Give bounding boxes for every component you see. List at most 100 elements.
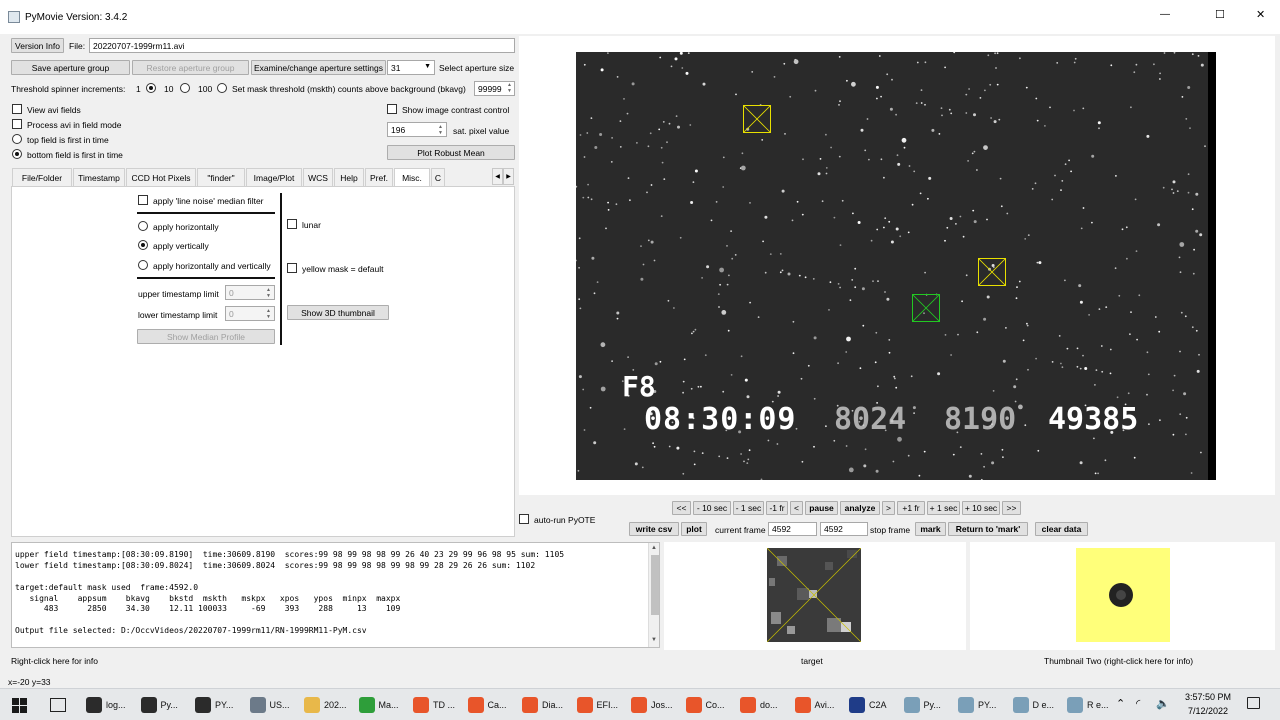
taskbar-app[interactable]: Dia... <box>522 693 563 717</box>
increment-10-radio[interactable] <box>180 83 190 93</box>
tab-image-plot[interactable]: Image/Plot <box>246 168 302 186</box>
taskbar-app[interactable]: do... <box>740 693 778 717</box>
analyze-button[interactable]: analyze <box>840 501 880 515</box>
examine-aperture-settings-button[interactable]: Examine/change aperture settings <box>251 60 386 75</box>
increment-100-radio[interactable] <box>217 83 227 93</box>
taskbar-app[interactable]: 202... <box>304 693 347 717</box>
clear-data-button[interactable]: clear data <box>1035 522 1088 536</box>
taskbar-app[interactable]: TD ... <box>413 693 455 717</box>
line-noise-filter-checkbox[interactable] <box>138 195 148 205</box>
plot-button[interactable]: plot <box>681 522 707 536</box>
save-aperture-group-button[interactable]: Save aperture group <box>11 60 130 75</box>
lunar-checkbox[interactable] <box>287 219 297 229</box>
lower-ts-spin-arrows[interactable]: ▲ ▼ <box>264 308 273 320</box>
apply-both-radio[interactable] <box>138 260 148 270</box>
tab-c[interactable]: C <box>431 168 445 186</box>
tab-help[interactable]: Help <box>334 168 364 186</box>
network-icon[interactable]: ◜ <box>1136 697 1140 710</box>
taskbar-app[interactable]: Avi... <box>794 693 834 717</box>
taskbar-app[interactable]: PY... <box>195 693 233 717</box>
aperture-size-select[interactable]: 31 ▼ <box>387 60 435 75</box>
current-frame-field[interactable]: 4592 <box>768 522 817 536</box>
view-avi-fields-checkbox[interactable] <box>12 104 22 114</box>
right-click-info[interactable]: Right-click here for info <box>11 656 98 666</box>
apply-horizontally-radio[interactable] <box>138 221 148 231</box>
aperture-yellow-1[interactable] <box>743 105 771 133</box>
lower-ts-limit-spinner[interactable]: 0 ▲ ▼ <box>225 306 275 321</box>
aperture-yellow-2[interactable] <box>978 258 1006 286</box>
mask-threshold-spin-arrows[interactable]: ▲ ▼ <box>505 82 514 95</box>
task-view-icon[interactable] <box>50 698 66 712</box>
upper-ts-limit-spinner[interactable]: 0 ▲ ▼ <box>225 285 275 300</box>
tab-scroll-right[interactable]: ▶ <box>503 168 514 185</box>
tab-wcs[interactable]: WCS <box>303 168 333 186</box>
pause-button[interactable]: pause <box>805 501 838 515</box>
step-back-button[interactable]: < <box>790 501 803 515</box>
taskbar-app[interactable]: Py... <box>903 693 941 717</box>
log-panel[interactable]: upper field timestamp:[08:30:09.8190] ti… <box>11 542 660 648</box>
upper-ts-spin-arrows[interactable]: ▲ ▼ <box>264 287 273 299</box>
clock-time[interactable]: 3:57:50 PM <box>1180 692 1236 702</box>
bottom-field-first-radio[interactable] <box>12 149 22 159</box>
taskbar-app[interactable]: PY... <box>958 693 996 717</box>
taskbar-app[interactable]: Py... <box>140 693 178 717</box>
file-field[interactable]: 20220707-1999rm11.avi <box>89 38 515 53</box>
back-10-sec-button[interactable]: - 10 sec <box>693 501 731 515</box>
video-frame[interactable]: F8 08:30:09 8024 8190 49385 <box>576 52 1216 480</box>
step-forward-button[interactable]: > <box>882 501 895 515</box>
yellow-mask-checkbox[interactable] <box>287 263 297 273</box>
auto-run-pyote-checkbox[interactable] <box>519 514 529 524</box>
show-contrast-checkbox[interactable] <box>387 104 397 114</box>
sat-pixel-spin-arrows[interactable]: ▲ ▼ <box>436 124 445 136</box>
log-scrollbar-thumb[interactable] <box>651 555 659 615</box>
forward-10-sec-button[interactable]: + 10 sec <box>962 501 1000 515</box>
last-frame-button[interactable]: >> <box>1002 501 1021 515</box>
close-button[interactable]: ✕ <box>1256 8 1265 21</box>
tab-misc[interactable]: Misc. <box>394 168 430 187</box>
log-scrollbar[interactable]: ▲ ▼ <box>648 543 659 647</box>
notification-icon[interactable] <box>1247 697 1260 709</box>
plot-robust-mean-button[interactable]: Plot Robust Mean <box>387 145 515 160</box>
tab-file-folder[interactable]: File/Folder <box>12 168 72 186</box>
back-1-sec-button[interactable]: - 1 sec <box>733 501 764 515</box>
stop-frame-field[interactable]: 4592 <box>820 522 868 536</box>
return-to-mark-button[interactable]: Return to 'mark' <box>948 522 1028 536</box>
forward-1-sec-button[interactable]: + 1 sec <box>927 501 960 515</box>
tab-pref[interactable]: Pref. <box>365 168 393 186</box>
taskbar-app[interactable]: D e... <box>1012 693 1054 717</box>
taskbar-app[interactable]: Ma... <box>358 693 399 717</box>
tab-ccd-hot-pixels[interactable]: CCD Hot Pixels <box>126 168 196 186</box>
mark-button[interactable]: mark <box>915 522 946 536</box>
sat-pixel-spinner[interactable]: 196 ▲ ▼ <box>387 122 447 137</box>
volume-icon[interactable]: 🔈 <box>1156 697 1170 710</box>
taskbar-app[interactable]: R e... <box>1067 693 1109 717</box>
start-windows-icon[interactable] <box>12 698 27 713</box>
write-csv-button[interactable]: write csv <box>629 522 679 536</box>
taskbar-app[interactable]: C2A <box>849 693 887 717</box>
tray-chevron-up-icon[interactable]: ⌃ <box>1116 697 1125 710</box>
minimize-button[interactable]: — <box>1160 9 1170 20</box>
taskbar-app[interactable]: US... <box>249 693 290 717</box>
target-thumbnail[interactable] <box>767 548 861 642</box>
taskbar-app[interactable]: Ca... <box>467 693 507 717</box>
top-field-first-radio[interactable] <box>12 134 22 144</box>
tab-finder[interactable]: "finder" <box>197 168 245 186</box>
taskbar-app[interactable]: Co... <box>685 693 725 717</box>
increment-1-radio[interactable] <box>146 83 156 93</box>
taskbar-app[interactable]: log... <box>86 693 126 717</box>
show-3d-thumbnail-button[interactable]: Show 3D thumbnail <box>287 305 389 320</box>
tab-scroll-left[interactable]: ◀ <box>492 168 503 185</box>
forward-1-frame-button[interactable]: +1 fr <box>897 501 925 515</box>
show-median-profile-button[interactable]: Show Median Profile <box>137 329 275 344</box>
first-frame-button[interactable]: << <box>672 501 691 515</box>
thumbnail-two[interactable] <box>1076 548 1170 642</box>
maximize-button[interactable]: ☐ <box>1215 8 1225 21</box>
taskbar-app[interactable]: EFI... <box>576 693 618 717</box>
taskbar-app[interactable]: Jos... <box>631 693 673 717</box>
aperture-green-target[interactable] <box>912 294 940 322</box>
version-info-button[interactable]: Version Info <box>11 38 64 53</box>
process-field-mode-checkbox[interactable] <box>12 119 22 129</box>
apply-vertically-radio[interactable] <box>138 240 148 250</box>
restore-aperture-group-button[interactable]: Restore aperture group <box>132 60 249 75</box>
tab-timestamp[interactable]: Timestamp <box>73 168 125 186</box>
